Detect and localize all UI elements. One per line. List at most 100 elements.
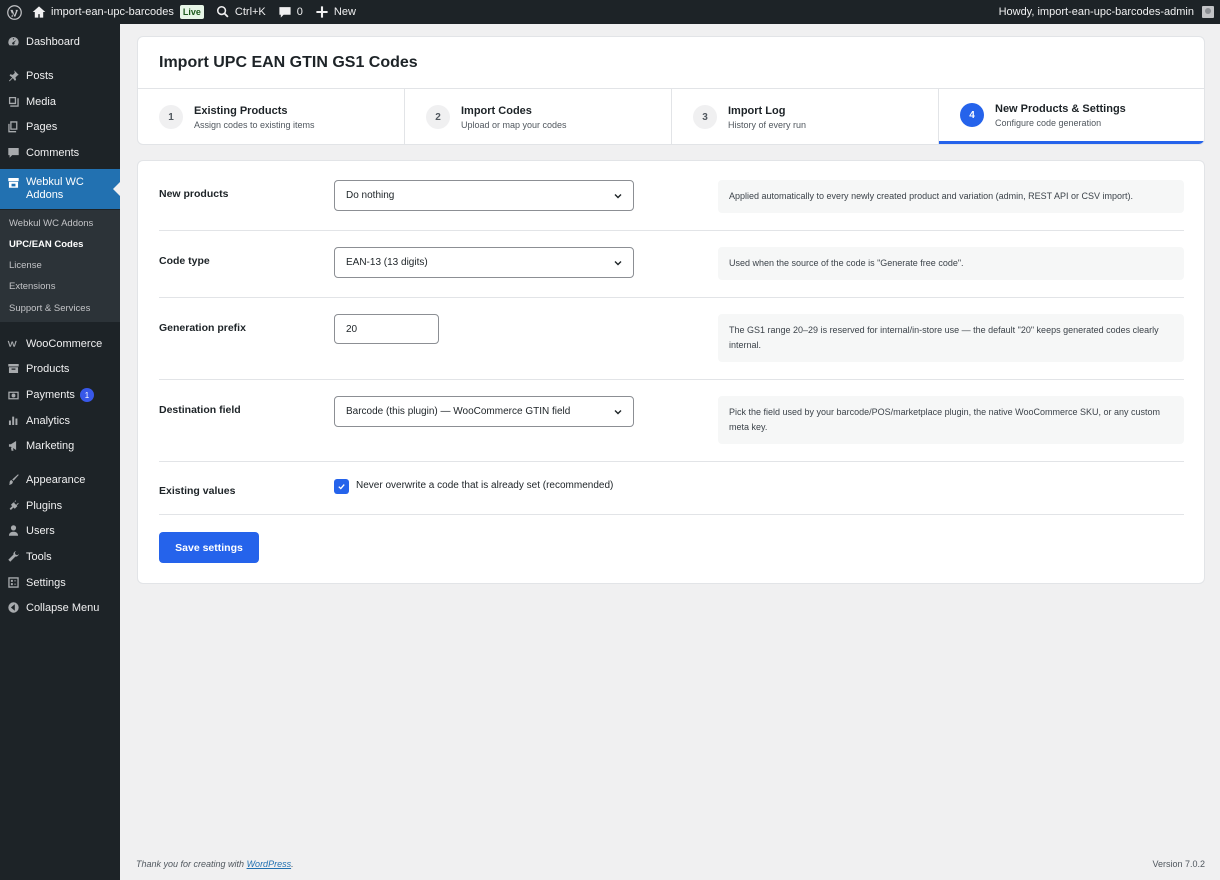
chevron-down-icon	[614, 261, 622, 266]
save-settings-button[interactable]: Save settings	[159, 532, 259, 563]
menu-label: Users	[26, 524, 55, 537]
destination-field-select[interactable]: Barcode (this plugin) — WooCommerce GTIN…	[334, 396, 634, 427]
new-label: New	[333, 6, 356, 18]
admin-bar: import-ean-upc-barcodes Live Ctrl+K 0 Ne…	[0, 0, 1220, 24]
pin-icon	[8, 70, 19, 82]
setting-label: Existing values	[159, 485, 236, 497]
submenu: Webkul WC Addons UPC/EAN Codes License E…	[0, 210, 120, 322]
menu-pages[interactable]: Pages	[0, 120, 120, 133]
submenu-item-webkul-wc-addons[interactable]: Webkul WC Addons	[9, 218, 93, 229]
settings-icon	[7, 577, 19, 588]
submenu-item-upc-ean-codes[interactable]: UPC/EAN Codes	[9, 239, 83, 250]
never-overwrite-checkbox[interactable]	[334, 479, 349, 494]
setting-label: Generation prefix	[159, 322, 246, 334]
tab-subtitle: Assign codes to existing items	[194, 119, 315, 130]
menu-settings[interactable]: Settings	[0, 576, 120, 589]
menu-woocommerce[interactable]: WooCommerce	[0, 337, 120, 350]
my-account[interactable]: Howdy, import-ean-upc-barcodes-admin	[999, 0, 1214, 24]
menu-label: Payments	[26, 389, 75, 401]
checkbox-label[interactable]: Never overwrite a code that is already s…	[356, 480, 613, 491]
menu-comments[interactable]: Comments	[0, 146, 120, 159]
setting-row-destination-field: Destination field Barcode (this plugin) …	[159, 380, 1184, 462]
tab-new-products-settings[interactable]: 4 New Products & Settings Configure code…	[939, 89, 1204, 144]
menu-users[interactable]: Users	[0, 524, 120, 537]
archive-icon	[7, 363, 19, 374]
code-type-select[interactable]: EAN-13 (13 digits)	[334, 247, 634, 278]
wordpress-link[interactable]: WordPress	[247, 859, 292, 869]
menu-analytics[interactable]: Analytics	[0, 414, 120, 427]
media-icon	[8, 96, 19, 107]
generation-prefix-input[interactable]: 20	[334, 314, 439, 344]
tab-import-codes[interactable]: 2 Import Codes Upload or map your codes	[405, 89, 672, 144]
menu-products[interactable]: Products	[0, 362, 120, 375]
header-panel: Import UPC EAN GTIN GS1 Codes 1 Existing…	[137, 36, 1205, 145]
submenu-item-license[interactable]: License	[9, 260, 42, 271]
step-number: 2	[426, 105, 450, 129]
dashboard-icon	[7, 36, 19, 46]
menu-label: WooCommerce	[26, 337, 103, 350]
home-icon	[32, 6, 46, 18]
command-search[interactable]: Ctrl+K	[210, 0, 272, 24]
brush-icon	[8, 474, 19, 485]
help-text: Used when the source of the code is "Gen…	[718, 247, 1184, 280]
step-number: 3	[693, 105, 717, 129]
menu-label: Analytics	[26, 414, 71, 427]
new-products-select[interactable]: Do nothing	[334, 180, 634, 211]
collapse-icon	[7, 602, 19, 613]
menu-label: Media	[26, 95, 56, 108]
menu-tools[interactable]: Tools	[0, 550, 120, 563]
select-value: Do nothing	[346, 190, 395, 201]
menu-posts[interactable]: Posts	[0, 69, 120, 82]
wrench-icon	[7, 551, 19, 562]
menu-label: Plugins	[26, 499, 63, 512]
menu-label: Collapse Menu	[26, 601, 100, 614]
search-shortcut: Ctrl+K	[234, 6, 266, 18]
menu-webkul-wc-addons[interactable]: Webkul WC Addons	[0, 169, 120, 209]
site-name-link[interactable]: import-ean-upc-barcodes Live	[26, 0, 210, 24]
step-number: 1	[159, 105, 183, 129]
tab-existing-products[interactable]: 1 Existing Products Assign codes to exis…	[138, 89, 405, 144]
site-name: import-ean-upc-barcodes	[51, 6, 174, 18]
step-tabs: 1 Existing Products Assign codes to exis…	[138, 88, 1204, 144]
footer-thanks-suffix: .	[291, 859, 294, 869]
menu-dashboard[interactable]: Dashboard	[0, 35, 120, 48]
step-number: 4	[960, 103, 984, 127]
setting-label: Code type	[159, 255, 210, 267]
pages-icon	[7, 121, 17, 133]
new-content-link[interactable]: New	[309, 0, 362, 24]
setting-label: Destination field	[159, 404, 241, 416]
menu-payments[interactable]: Payments 1	[0, 388, 120, 402]
menu-media[interactable]: Media	[0, 95, 120, 108]
menu-plugins[interactable]: Plugins	[0, 499, 120, 512]
plus-icon	[316, 6, 328, 18]
comments-link[interactable]: 0	[272, 0, 309, 24]
comments-count: 0	[296, 6, 303, 18]
help-text: The GS1 range 20–29 is reserved for inte…	[718, 314, 1184, 362]
tab-import-log[interactable]: 3 Import Log History of every run	[672, 89, 939, 144]
tab-label: Import Log	[728, 104, 786, 117]
tab-subtitle: Configure code generation	[995, 117, 1102, 128]
help-text: Applied automatically to every newly cre…	[718, 180, 1184, 213]
chevron-down-icon	[614, 410, 622, 415]
tab-subtitle: History of every run	[728, 119, 807, 130]
admin-sidebar: Dashboard Posts Media Pages Comments Web…	[0, 24, 120, 880]
help-text: Pick the field used by your barcode/POS/…	[718, 396, 1184, 444]
money-icon	[7, 391, 19, 399]
woocommerce-icon	[7, 340, 17, 347]
wordpress-logo-icon[interactable]	[2, 0, 26, 24]
chevron-down-icon	[614, 194, 622, 199]
greeting: Howdy, import-ean-upc-barcodes-admin	[998, 6, 1194, 18]
check-icon	[338, 484, 345, 490]
avatar	[1202, 6, 1214, 18]
setting-row-code-type: Code type EAN-13 (13 digits) Used when t…	[159, 231, 1184, 298]
select-value: EAN-13 (13 digits)	[346, 257, 428, 268]
submenu-item-support-services[interactable]: Support & Services	[9, 303, 90, 314]
setting-row-new-products: New products Do nothing Applied automati…	[159, 161, 1184, 231]
menu-marketing[interactable]: Marketing	[0, 439, 120, 452]
menu-label: Products	[26, 362, 70, 375]
menu-appearance[interactable]: Appearance	[0, 473, 120, 486]
live-badge: Live	[179, 5, 204, 19]
menu-collapse[interactable]: Collapse Menu	[0, 601, 120, 614]
menu-label: Webkul WC Addons	[26, 176, 84, 201]
submenu-item-extensions[interactable]: Extensions	[9, 281, 55, 292]
